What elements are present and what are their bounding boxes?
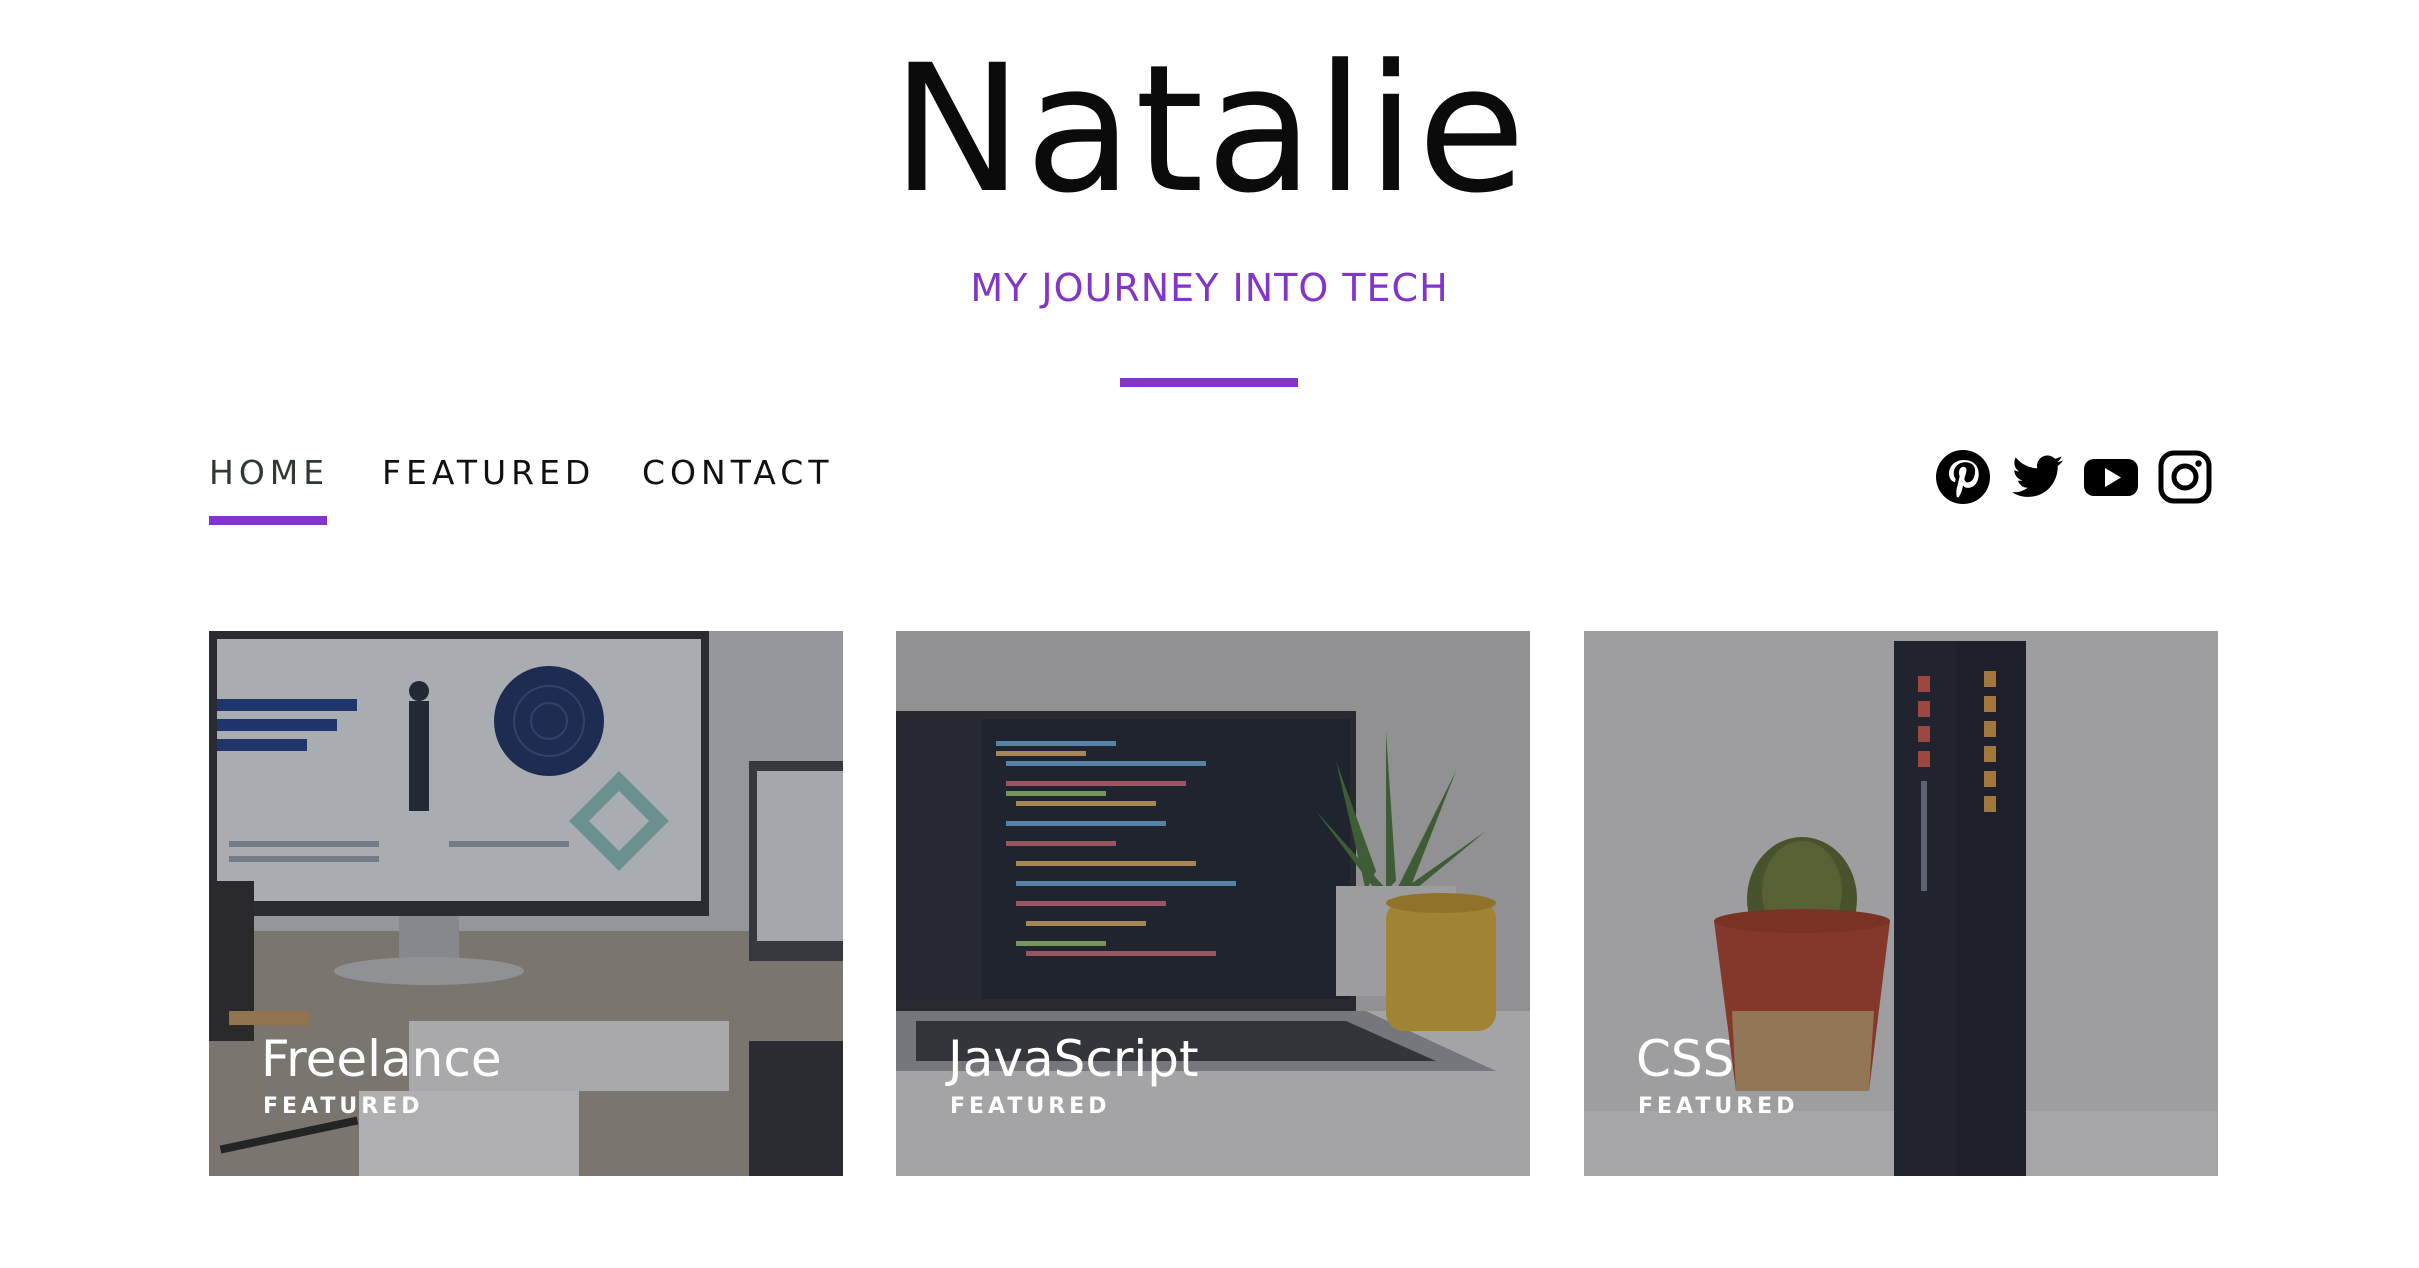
- page: Natalie MY JOURNEY INTO TECH HOME FEATUR…: [0, 0, 2419, 1268]
- nav-active-underline: [209, 516, 327, 525]
- youtube-icon[interactable]: [2083, 449, 2139, 505]
- post-title[interactable]: JavaScript: [948, 1024, 1199, 1094]
- post-card-javascript[interactable]: JavaScript FEATURED: [896, 631, 1530, 1176]
- nav-item-home-label: HOME: [209, 453, 330, 492]
- post-card-freelance[interactable]: Freelance FEATURED: [209, 631, 843, 1176]
- nav-item-featured[interactable]: FEATURED: [382, 448, 595, 498]
- pinterest-icon[interactable]: [1935, 449, 1991, 505]
- post-card-css[interactable]: CSS FEATURED: [1584, 631, 2218, 1176]
- site-title[interactable]: Natalie: [0, 30, 2419, 230]
- post-title[interactable]: CSS: [1636, 1024, 1734, 1094]
- post-category[interactable]: FEATURED: [950, 1092, 1110, 1122]
- post-category[interactable]: FEATURED: [263, 1092, 423, 1122]
- post-title[interactable]: Freelance: [261, 1024, 502, 1094]
- title-divider: [1120, 378, 1298, 387]
- nav-item-contact-label: CONTACT: [642, 453, 834, 492]
- instagram-icon[interactable]: [2157, 449, 2213, 505]
- nav-item-featured-label: FEATURED: [382, 453, 596, 492]
- nav-item-contact[interactable]: CONTACT: [642, 448, 834, 498]
- twitter-icon[interactable]: [2009, 449, 2065, 505]
- nav-item-home[interactable]: HOME: [209, 448, 330, 525]
- post-category[interactable]: FEATURED: [1638, 1092, 1798, 1122]
- site-tagline: MY JOURNEY INTO TECH: [970, 266, 1449, 310]
